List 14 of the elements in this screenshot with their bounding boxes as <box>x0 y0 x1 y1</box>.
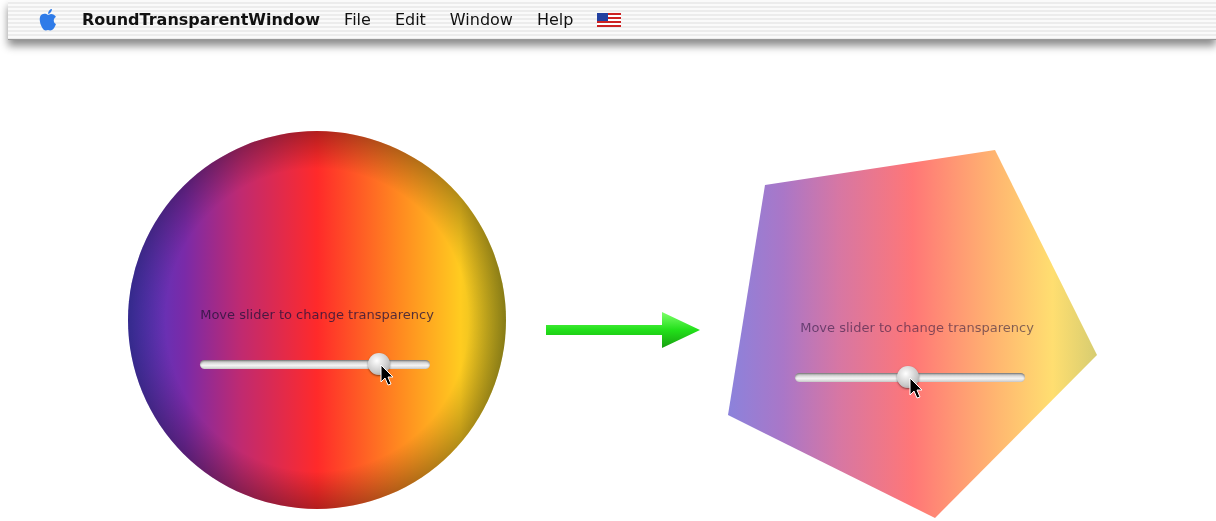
menu-item[interactable]: File <box>344 7 371 32</box>
slider-label: Move slider to change transparency <box>800 320 1034 335</box>
pointer-icon <box>908 376 923 399</box>
app-menu[interactable]: RoundTransparentWindow <box>82 7 321 32</box>
menu-item[interactable]: Help <box>536 7 574 32</box>
pointer-icon <box>380 363 395 386</box>
transparency-slider[interactable] <box>200 353 430 375</box>
transparency-slider[interactable] <box>795 366 1025 388</box>
slider-label: Move slider to change transparency <box>200 307 434 322</box>
arrow-icon <box>546 312 700 348</box>
apple-icon[interactable] <box>38 7 58 32</box>
menu-item[interactable]: Edit <box>394 7 426 32</box>
menu-item[interactable]: Window <box>449 7 513 32</box>
flag-icon[interactable] <box>597 12 622 27</box>
